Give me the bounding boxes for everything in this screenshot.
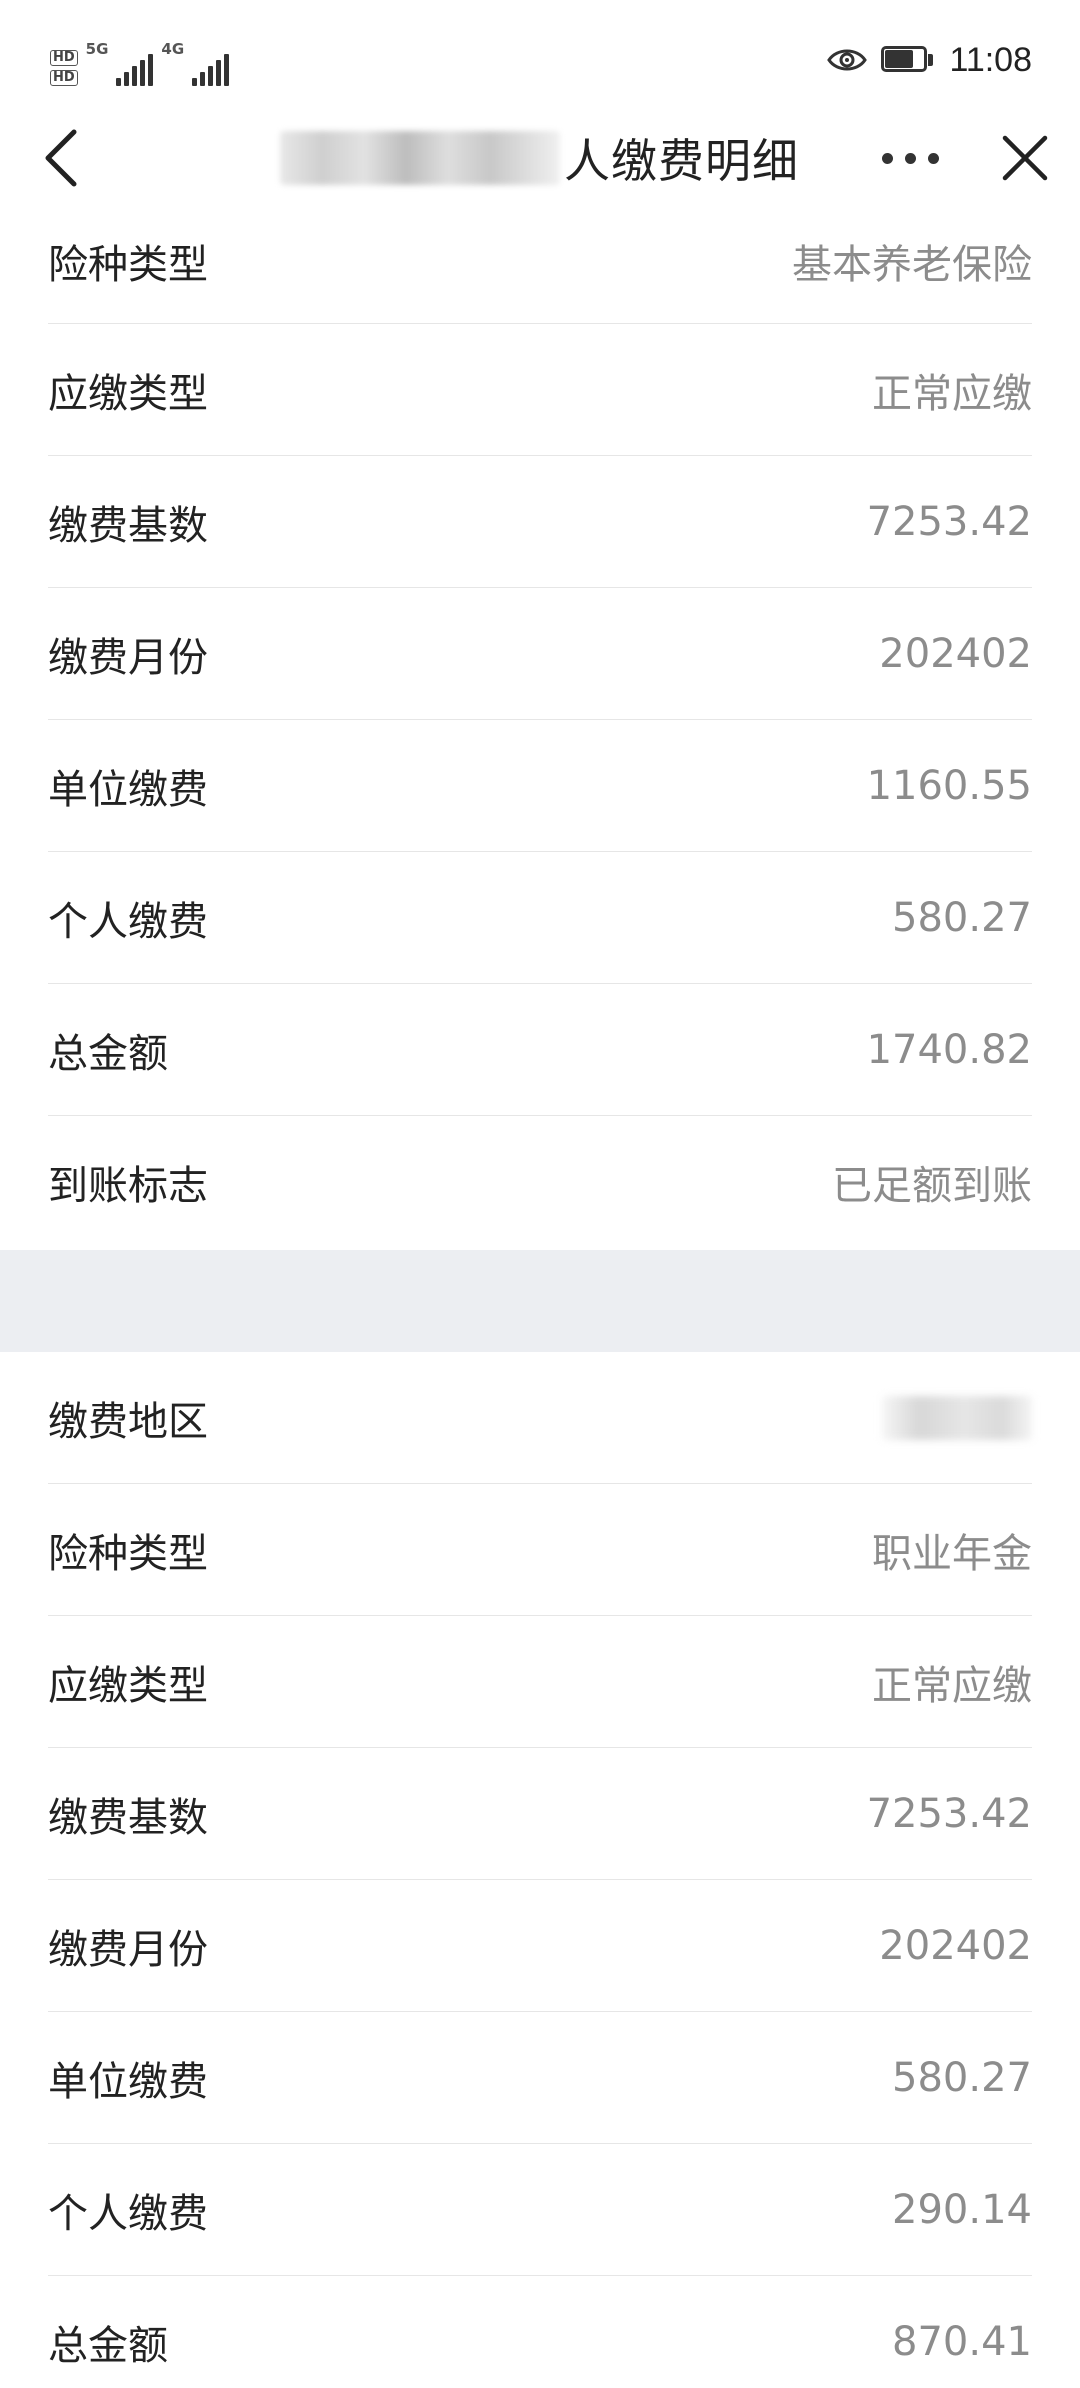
row-value: 正常应缴 (872, 1662, 1032, 1709)
detail-row-employer-payment: 单位缴费 580.27 (48, 2012, 1032, 2144)
close-button[interactable] (990, 118, 1060, 198)
row-value: 7253.42 (866, 1790, 1032, 1837)
dot-icon (881, 152, 893, 164)
clock: 11:08 (949, 40, 1032, 79)
hd-badges: HD HD (50, 50, 78, 86)
row-label: 险种类型 (48, 241, 208, 288)
signal-icon (192, 54, 230, 86)
row-label: 缴费基数 (48, 502, 208, 549)
row-label: 缴费月份 (48, 1926, 208, 1973)
status-bar: HD HD 5G 4G 11:08 (0, 0, 1080, 118)
row-value: 290.14 (892, 2186, 1032, 2233)
nav-title-area: 人缴费明细 (280, 118, 799, 198)
detail-row-payment-region: 缴费地区 (48, 1352, 1032, 1484)
detail-row-payment-base: 缴费基数 7253.42 (48, 456, 1032, 588)
row-value: 正常应缴 (872, 370, 1032, 417)
row-value: 已足额到账 (832, 1163, 1032, 1209)
chevron-left-icon (45, 129, 77, 187)
row-value: 基本养老保险 (792, 241, 1032, 288)
hd-badge-2: HD (50, 70, 78, 86)
status-left: HD HD 5G 4G (50, 36, 230, 86)
detail-row-total-amount: 总金额 1740.82 (48, 984, 1032, 1116)
detail-row-payable-type: 应缴类型 正常应缴 (48, 1616, 1032, 1748)
more-button[interactable] (870, 118, 950, 198)
close-icon (1002, 135, 1048, 181)
section-divider (0, 1250, 1080, 1352)
row-label: 缴费基数 (48, 1794, 208, 1841)
row-value: 202402 (879, 1922, 1032, 1969)
row-value: 580.27 (892, 2054, 1032, 2101)
payment-detail-card-1: 险种类型 基本养老保险 应缴类型 正常应缴 缴费基数 7253.42 缴费月份 … (0, 198, 1080, 1248)
detail-row-personal-payment: 个人缴费 580.27 (48, 852, 1032, 984)
row-value: 7253.42 (866, 498, 1032, 545)
row-value: 职业年金 (872, 1530, 1032, 1577)
network-label-4g: 4G (161, 40, 185, 58)
dot-icon (904, 152, 916, 164)
payment-detail-card-2: 缴费地区 险种类型 职业年金 应缴类型 正常应缴 缴费基数 7253.42 缴费… (0, 1352, 1080, 2388)
detail-row-arrival-status: 到账标志 已足额到账 (48, 1116, 1032, 1248)
detail-row-payable-type: 应缴类型 正常应缴 (48, 324, 1032, 456)
detail-row-personal-payment: 个人缴费 290.14 (48, 2144, 1032, 2276)
battery-icon (881, 44, 935, 76)
dot-icon (927, 152, 939, 164)
row-label: 单位缴费 (48, 766, 208, 813)
screen: HD HD 5G 4G 11:08 人缴费明细 险种类型 基本养老保险 应缴类型… (0, 0, 1080, 2388)
detail-row-payment-base: 缴费基数 7253.42 (48, 1748, 1032, 1880)
page-title: 人缴费明细 (564, 134, 799, 188)
row-label: 缴费地区 (48, 1398, 208, 1445)
eye-icon (827, 49, 868, 71)
row-label: 应缴类型 (48, 370, 208, 417)
detail-row-insurance-type: 险种类型 职业年金 (48, 1484, 1032, 1616)
row-value: 870.41 (892, 2319, 1032, 2365)
network-label-5g: 5G (85, 40, 109, 58)
back-button[interactable] (22, 118, 102, 198)
row-label: 到账标志 (48, 1163, 208, 1209)
row-label: 总金额 (48, 1030, 168, 1077)
row-label: 个人缴费 (48, 2190, 208, 2237)
detail-row-payment-month: 缴费月份 202402 (48, 1880, 1032, 2012)
row-label: 险种类型 (48, 1530, 208, 1577)
detail-row-insurance-type: 险种类型 基本养老保险 (48, 198, 1032, 324)
row-value: 1740.82 (866, 1026, 1032, 1073)
row-value: 1160.55 (866, 762, 1032, 809)
detail-row-total-amount: 总金额 870.41 (48, 2276, 1032, 2388)
signal-icon (116, 54, 154, 86)
redacted-region-value (882, 1395, 1032, 1440)
status-right: 11:08 (827, 34, 1032, 86)
detail-row-employer-payment: 单位缴费 1160.55 (48, 720, 1032, 852)
row-value: 202402 (879, 630, 1032, 677)
detail-row-payment-month: 缴费月份 202402 (48, 588, 1032, 720)
row-label: 缴费月份 (48, 634, 208, 681)
row-label: 总金额 (48, 2323, 168, 2369)
row-value: 580.27 (892, 894, 1032, 941)
row-label: 个人缴费 (48, 898, 208, 945)
redacted-title-prefix (280, 131, 560, 185)
row-label: 应缴类型 (48, 1662, 208, 1709)
nav-bar: 人缴费明细 (0, 118, 1080, 198)
hd-badge-1: HD (50, 50, 78, 66)
row-label: 单位缴费 (48, 2058, 208, 2105)
